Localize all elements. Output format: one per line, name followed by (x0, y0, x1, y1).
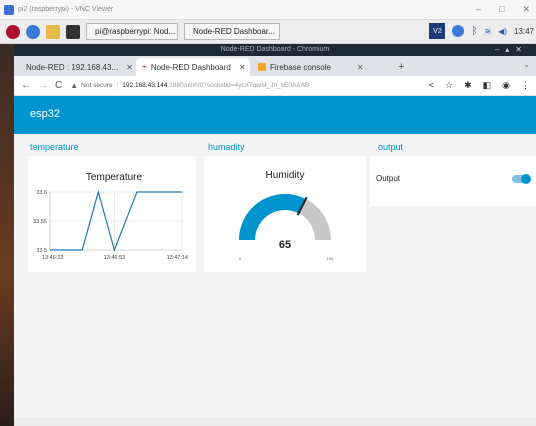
taskbar-task-terminal[interactable]: pi@raspberrypi: Nod... (86, 23, 178, 40)
taskbar-task-label: Node-RED Dashboar... (193, 27, 275, 36)
tab-strip: Node-RED : 192.168.43... ✕ ⌁ Node-RED Da… (14, 56, 536, 76)
vnc-title-bar: pi2 (raspberrypi) - VNC Viewer – □ ✕ (0, 0, 536, 20)
y-tick-label: 33.5 (36, 248, 47, 254)
vnc-icon (4, 4, 14, 15)
bookmark-star-icon[interactable]: ☆ (445, 80, 453, 91)
minimize-icon[interactable]: – (476, 4, 481, 15)
tab-node-red-editor[interactable]: Node-RED : 192.168.43... ✕ (16, 58, 134, 76)
gauge-value: 65 (279, 239, 291, 251)
x-tick-label: 13:46:53 (104, 255, 125, 261)
y-tick-label: 33.55 (33, 219, 47, 225)
update-icon[interactable] (452, 25, 465, 37)
warning-icon: ▲ (70, 81, 79, 90)
browser-icon[interactable] (26, 24, 40, 39)
share-icon[interactable]: < (429, 80, 434, 91)
clock: 13:47 (513, 26, 534, 36)
tab-close-icon[interactable]: ✕ (126, 63, 133, 72)
raspberry-menu-icon[interactable] (6, 24, 20, 39)
screen: pi2 (raspberrypi) - VNC Viewer – □ ✕ pi@… (0, 0, 536, 426)
desktop-background (0, 44, 14, 426)
tab-close-icon[interactable]: ✕ (357, 63, 364, 72)
extensions-icon[interactable]: ✱ (464, 80, 472, 91)
new-tab-icon[interactable]: + (398, 61, 404, 73)
toolbar-actions: < ☆ ✱ ◧ ◉ ⋮ (429, 80, 530, 91)
forward-icon[interactable]: → (38, 80, 48, 91)
tab-search-icon[interactable]: ⌄ (523, 60, 530, 69)
reload-icon[interactable]: C (55, 80, 62, 91)
vnc-window-title: pi2 (raspberrypi) - VNC Viewer (18, 6, 114, 13)
gauge-fill (239, 194, 306, 240)
output-switch-label: Output (376, 174, 401, 183)
url-host: 192.168.43.144 (122, 82, 168, 89)
y-tick-label: 33.6 (36, 190, 47, 196)
tab-firebase-console[interactable]: Firebase console ✕ (252, 58, 392, 76)
folder-icon[interactable] (46, 24, 60, 39)
bluetooth-icon[interactable]: ᛒ (471, 26, 477, 37)
maximize-icon[interactable]: □ (499, 4, 504, 15)
humidity-gauge: Humidity 65 0 100 (239, 170, 334, 261)
x-tick-label: 13:46:33 (42, 255, 63, 261)
terminal-icon[interactable] (66, 24, 80, 39)
dashboard-header: esp32 (14, 96, 536, 134)
chromium-title-bar: Node-RED Dashboard - Chromium –▴✕ (14, 44, 536, 56)
profile-icon[interactable]: ◉ (502, 80, 510, 91)
url-path: :1880/ui/#!/0?socketid=4ycXTqwM_Jh_sE0AA… (167, 82, 310, 89)
group-title: temperature (30, 142, 79, 152)
group-output: output (370, 140, 536, 152)
tab-label: Node-RED Dashboard (150, 62, 231, 72)
group-title: humadity (208, 142, 245, 152)
menu-icon[interactable]: ⋮ (521, 80, 530, 91)
tab-label: Firebase console (270, 62, 331, 72)
output-card: Output (370, 156, 536, 206)
group-humidity: humadity (200, 140, 370, 152)
vnc-window-controls: – □ ✕ (476, 4, 530, 15)
tab-node-red-dashboard[interactable]: ⌁ Node-RED Dashboard ✕ (136, 58, 250, 76)
divider: | (116, 82, 119, 89)
pi-taskbar: pi@raspberrypi: Nod... Node-RED Dashboar… (0, 20, 536, 44)
x-tick-label: 13:47:14 (167, 255, 188, 261)
chromium-window-title: Node-RED Dashboard - Chromium (220, 46, 330, 53)
chart-title: Temperature (86, 172, 143, 183)
screen-bottom (14, 418, 536, 426)
system-tray: V2 ᛒ ≋ ◀) 13:47 (429, 23, 534, 39)
close-icon[interactable]: ✕ (522, 4, 530, 15)
volume-icon[interactable]: ◀) (498, 27, 507, 36)
tab-label: Node-RED : 192.168.43... (26, 62, 119, 72)
vnc-tray-icon[interactable]: V2 (429, 23, 446, 39)
back-icon[interactable]: ← (21, 80, 31, 91)
dashboard-favicon-icon: ⌁ (142, 62, 147, 71)
temperature-chart: Temperature 33.6 33.55 33.5 13:46:33 13:46:… (33, 172, 188, 261)
group-temperature: temperature (22, 140, 194, 152)
gauge-min-label: 0 (239, 256, 242, 261)
gauge-max-label: 100 (327, 256, 334, 261)
security-label: Not secure (81, 82, 113, 89)
taskbar-task-chromium[interactable]: Node-RED Dashboar... (184, 23, 280, 40)
address-bar[interactable]: ▲ Not secure | 192.168.43.144 :1880/ui/#… (70, 79, 370, 93)
taskbar-task-label: pi@raspberrypi: Nod... (95, 27, 176, 36)
switch-knob[interactable] (521, 174, 531, 184)
dashboard-title: esp32 (30, 108, 60, 120)
temperature-chart-card: Temperature 33.6 33.55 33.5 13:46:33 13:46:… (28, 156, 196, 272)
tab-close-icon[interactable]: ✕ (239, 63, 246, 72)
browser-toolbar: ← → C ▲ Not secure | 192.168.43.144 :188… (14, 76, 536, 96)
firebase-favicon-icon (258, 63, 266, 71)
gauge-title: Humidity (266, 170, 305, 181)
wifi-icon[interactable]: ≋ (484, 27, 491, 36)
group-title: output (378, 142, 404, 152)
humidity-gauge-card: Humidity 65 0 100 (204, 156, 366, 272)
chromium-window-controls[interactable]: –▴✕ (495, 44, 528, 56)
side-panel-icon[interactable]: ◧ (483, 80, 492, 91)
